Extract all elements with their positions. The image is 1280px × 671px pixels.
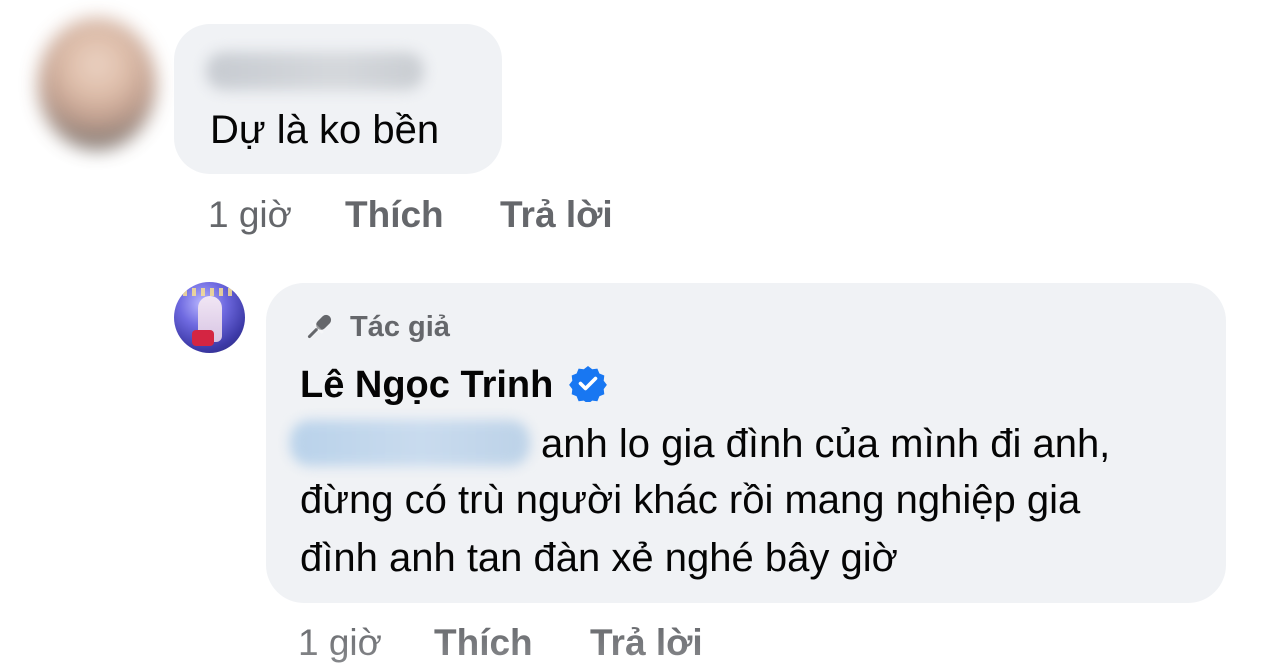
reply-text-line: anh lo gia đình của mình đi anh, [541, 422, 1111, 466]
reply-button[interactable]: Trả lời [500, 193, 613, 237]
author-avatar[interactable] [174, 282, 245, 353]
reply-text-line: đừng có trù người khác rồi mang nghiệp g… [300, 478, 1081, 522]
mention-blurred[interactable] [290, 420, 530, 466]
avatar-detail [192, 330, 214, 346]
microphone-icon [307, 314, 332, 339]
reply-text-line: đình anh tan đàn xẻ nghé bây giờ [300, 536, 898, 580]
commenter-avatar[interactable] [38, 18, 156, 150]
reply-button[interactable]: Trả lời [590, 621, 703, 665]
comment-timestamp[interactable]: 1 giờ [208, 193, 292, 237]
author-name[interactable]: Lê Ngọc Trinh [300, 362, 553, 408]
reply-timestamp[interactable]: 1 giờ [298, 621, 382, 665]
like-button[interactable]: Thích [345, 193, 444, 237]
author-badge-label: Tác giả [350, 311, 450, 343]
comment-text: Dự là ko bền [210, 108, 440, 152]
commenter-name-blurred[interactable] [206, 52, 424, 90]
like-button[interactable]: Thích [434, 621, 533, 665]
verified-badge-icon [569, 366, 607, 402]
avatar-lights [174, 288, 245, 296]
